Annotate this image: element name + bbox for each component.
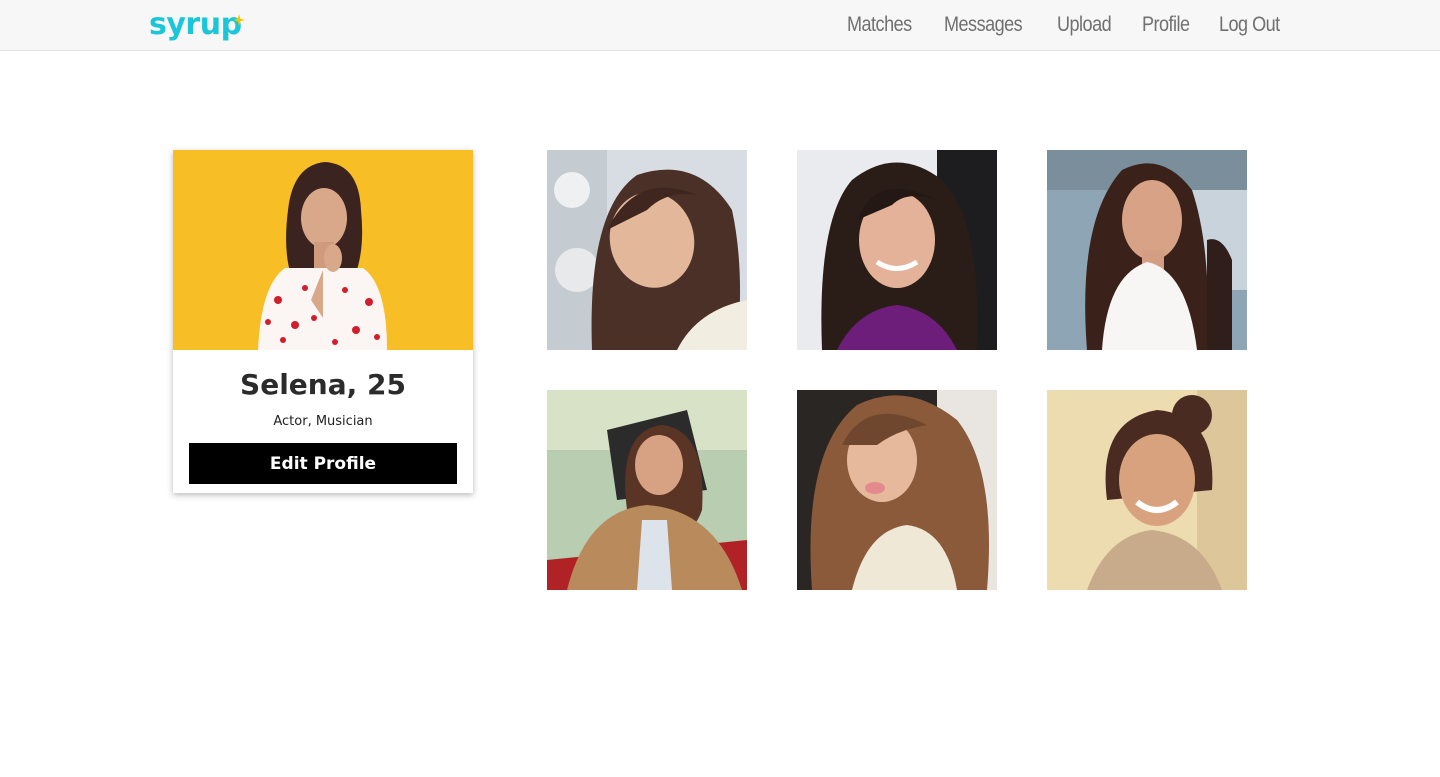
nav-links: Matches Messages Upload Profile Log Out xyxy=(847,10,1290,40)
photo-3 xyxy=(1047,150,1247,350)
syrup-logo[interactable]: syrup xyxy=(149,7,245,42)
profile-photo xyxy=(173,150,473,350)
gallery-photo-1[interactable] xyxy=(547,150,747,350)
nav-messages[interactable]: Messages xyxy=(944,10,1023,40)
navbar: syrup Matches Messages Upload Profile Lo… xyxy=(0,0,1440,51)
nav-upload[interactable]: Upload xyxy=(1057,10,1112,40)
photo-5 xyxy=(797,390,997,590)
gallery-photo-5[interactable] xyxy=(797,390,997,590)
profile-name-age: Selena, 25 xyxy=(240,368,406,401)
gallery-photo-3[interactable] xyxy=(1047,150,1247,350)
nav-profile[interactable]: Profile xyxy=(1142,10,1190,40)
photo-4 xyxy=(547,390,747,590)
logo-text: syrup xyxy=(149,7,242,42)
profile-occupation: Actor, Musician xyxy=(273,414,373,429)
nav-matches[interactable]: Matches xyxy=(847,10,912,40)
photo-6 xyxy=(1047,390,1247,590)
edit-profile-button[interactable]: Edit Profile xyxy=(189,443,457,484)
photo-1 xyxy=(547,150,747,350)
photo-2 xyxy=(797,150,997,350)
nav-logout[interactable]: Log Out xyxy=(1219,10,1280,40)
sparkle-icon xyxy=(233,14,245,26)
gallery-photo-2[interactable] xyxy=(797,150,997,350)
gallery-photo-6[interactable] xyxy=(1047,390,1247,590)
gallery-photo-4[interactable] xyxy=(547,390,747,590)
profile-card: Selena, 25 Actor, Musician Edit Profile xyxy=(173,150,473,493)
